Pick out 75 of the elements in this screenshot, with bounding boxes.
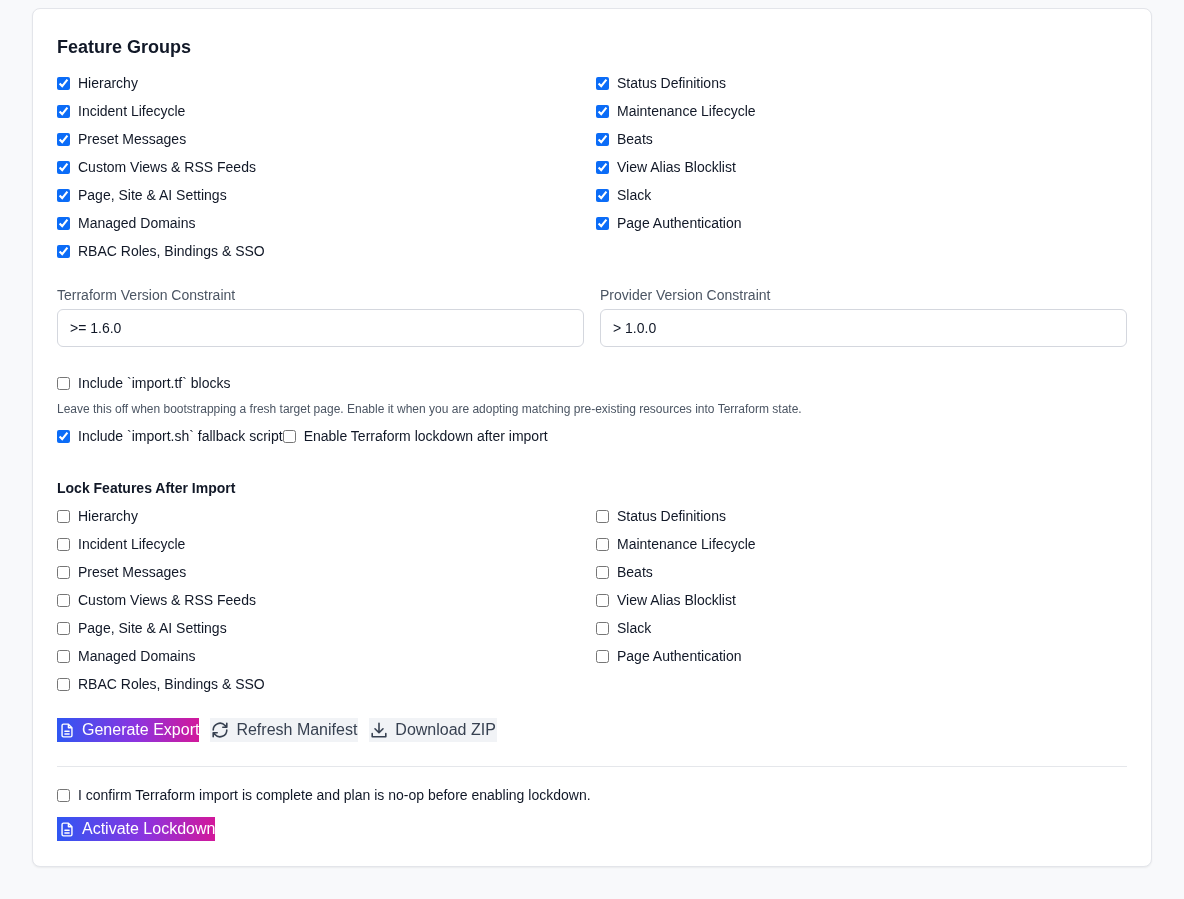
- checkbox-label: Page, Site & AI Settings: [78, 186, 227, 205]
- checkbox-label: Slack: [617, 619, 652, 638]
- text-field[interactable]: > 1.0.0: [600, 309, 1127, 347]
- checkbox-label: Preset Messages: [78, 563, 187, 582]
- generate-export-button[interactable]: Generate Export: [57, 718, 200, 742]
- checkbox[interactable]: [57, 537, 70, 551]
- checkbox[interactable]: [57, 244, 70, 258]
- checkbox[interactable]: [596, 160, 609, 174]
- checkbox[interactable]: [57, 621, 70, 635]
- download-button[interactable]: Download ZIP: [369, 718, 497, 742]
- checkbox-label: Page Authentication: [617, 214, 742, 233]
- checkbox-label: Custom Views & RSS Feeds: [78, 158, 256, 177]
- checkbox[interactable]: [57, 104, 70, 118]
- checkbox[interactable]: [57, 216, 70, 230]
- checkbox-label: Page Authentication: [617, 647, 742, 666]
- checkbox[interactable]: [57, 677, 70, 691]
- checkbox-label: Include `import.sh` fallback script: [78, 427, 283, 446]
- section-title: Feature Groups: [57, 36, 193, 59]
- checkbox-label: Beats: [617, 130, 653, 149]
- field-label: Provider Version Constraint: [600, 286, 772, 305]
- checkbox[interactable]: [57, 132, 70, 146]
- checkbox-label: Enable Terraform lockdown after import: [303, 427, 548, 446]
- field-label: Terraform Version Constraint: [57, 286, 237, 305]
- checkbox-label: Maintenance Lifecycle: [617, 102, 756, 121]
- checkbox[interactable]: [596, 76, 609, 90]
- refresh-icon: [212, 722, 229, 738]
- document-icon: [61, 722, 73, 738]
- checkbox-label: RBAC Roles, Bindings & SSO: [78, 675, 265, 694]
- checkbox-label: Status Definitions: [617, 74, 726, 93]
- hint-text: Leave this off when bootstrapping a fresh target page. Enable it when you are adopting matching pre-existing resources into Terraform state.: [57, 401, 803, 417]
- checkbox-label: Include `import.tf` blocks: [78, 374, 231, 393]
- checkbox[interactable]: [596, 621, 609, 635]
- checkbox[interactable]: [57, 76, 70, 90]
- document-icon: [61, 821, 73, 837]
- checkbox-label: Maintenance Lifecycle: [617, 535, 756, 554]
- checkbox-label: Status Definitions: [617, 507, 726, 526]
- checkbox-label: Hierarchy: [78, 507, 138, 526]
- checkbox[interactable]: [57, 788, 70, 802]
- checkbox[interactable]: [596, 593, 609, 607]
- checkbox[interactable]: [596, 537, 609, 551]
- checkbox-label: Beats: [617, 563, 653, 582]
- checkbox-label: Preset Messages: [78, 130, 187, 149]
- checkbox-label: Slack: [617, 186, 652, 205]
- checkbox[interactable]: [57, 593, 70, 607]
- checkbox-label: Managed Domains: [78, 647, 196, 666]
- checkbox[interactable]: [57, 160, 70, 174]
- checkbox-label: Managed Domains: [78, 214, 196, 233]
- checkbox[interactable]: [596, 216, 609, 230]
- checkbox[interactable]: [57, 565, 70, 579]
- activate-lockdown-button[interactable]: Activate Lockdown: [57, 817, 216, 841]
- refresh-button[interactable]: Refresh Manifest: [210, 718, 359, 742]
- checkbox-label: I confirm Terraform import is complete and plan is no-op before enabling lockdown.: [78, 786, 591, 805]
- checkbox[interactable]: [596, 132, 609, 146]
- checkbox[interactable]: [596, 188, 609, 202]
- checkbox[interactable]: [57, 429, 70, 443]
- download-icon: [371, 722, 388, 738]
- checkbox-label: Custom Views & RSS Feeds: [78, 591, 256, 610]
- checkbox[interactable]: [596, 509, 609, 523]
- checkbox-label: Incident Lifecycle: [78, 102, 186, 121]
- checkbox-label: View Alias Blocklist: [617, 591, 736, 610]
- checkbox[interactable]: [57, 509, 70, 523]
- section-title: Lock Features After Import: [57, 479, 237, 498]
- checkbox-label: View Alias Blocklist: [617, 158, 736, 177]
- checkbox-label: Page, Site & AI Settings: [78, 619, 227, 638]
- checkbox-label: Hierarchy: [78, 74, 138, 93]
- checkbox[interactable]: [57, 188, 70, 202]
- checkbox[interactable]: [596, 649, 609, 663]
- checkbox-label: Incident Lifecycle: [78, 535, 186, 554]
- checkbox[interactable]: [596, 565, 609, 579]
- checkbox[interactable]: [282, 429, 296, 443]
- checkbox-label: RBAC Roles, Bindings & SSO: [78, 242, 265, 261]
- text-field[interactable]: >= 1.6.0: [57, 309, 584, 347]
- checkbox[interactable]: [57, 376, 70, 390]
- checkbox[interactable]: [596, 104, 609, 118]
- checkbox[interactable]: [57, 649, 70, 663]
